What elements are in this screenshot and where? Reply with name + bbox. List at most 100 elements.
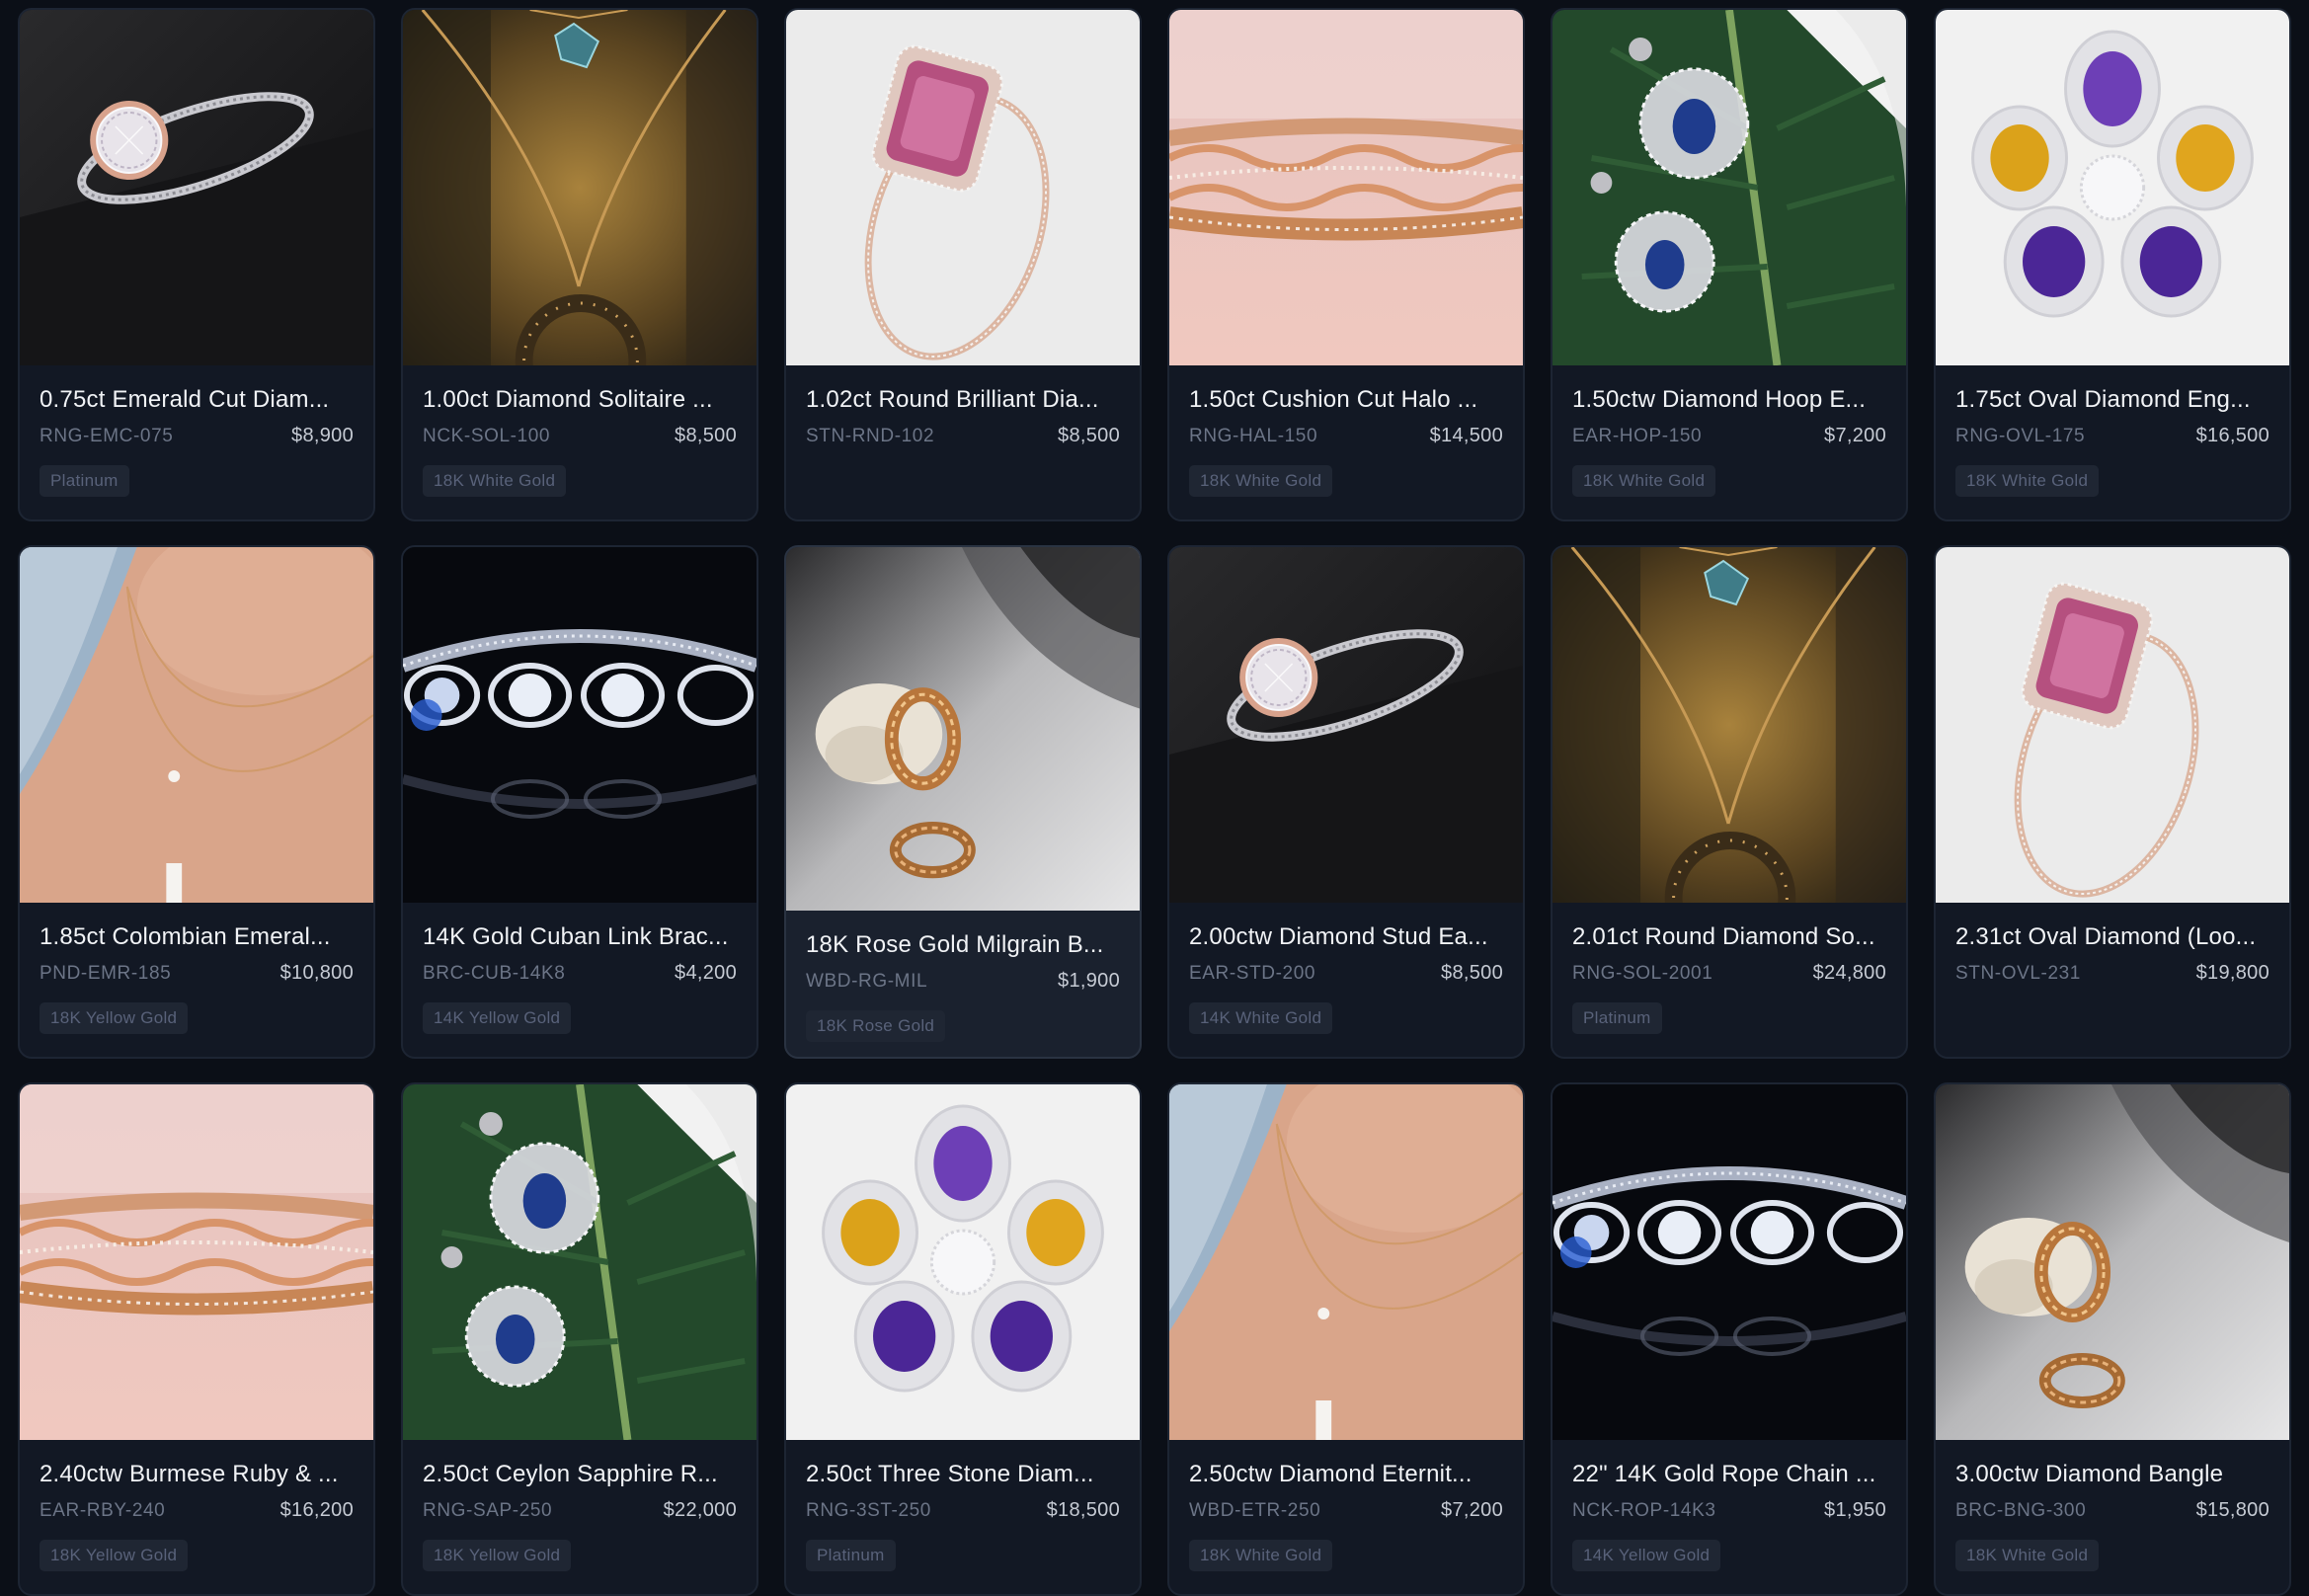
product-image[interactable] xyxy=(1936,547,2289,903)
product-image[interactable] xyxy=(1169,1084,1523,1440)
product-meta-row: NCK-SOL-100 $8,500 xyxy=(423,425,737,447)
product-title[interactable]: 1.00ct Diamond Solitaire ... xyxy=(423,385,737,415)
product-price: $22,000 xyxy=(663,1499,737,1521)
metal-badge: 14K White Gold xyxy=(1189,1002,1333,1034)
product-card[interactable]: 2.00ctw Diamond Stud Ea... EAR-STD-200 $8,… xyxy=(1167,545,1525,1059)
metal-badge: 18K Rose Gold xyxy=(806,1010,946,1042)
product-image[interactable] xyxy=(403,10,756,365)
product-image[interactable] xyxy=(786,1084,1140,1440)
product-card[interactable]: 18K Rose Gold Milgrain B... WBD-RG-MIL $1,… xyxy=(784,545,1142,1059)
product-card[interactable]: 3.00ctw Diamond Bangle BRC-BNG-300 $15,800… xyxy=(1934,1082,2291,1596)
metal-badge: 18K Yellow Gold xyxy=(423,1540,572,1571)
product-card[interactable]: 1.50ctw Diamond Hoop E... EAR-HOP-150 $7,2… xyxy=(1551,8,1908,521)
product-image[interactable] xyxy=(1936,1084,2289,1440)
product-card[interactable]: 2.50ct Ceylon Sapphire R... RNG-SAP-250 $2… xyxy=(401,1082,758,1596)
product-price: $15,800 xyxy=(2195,1499,2269,1521)
metal-badge: 18K White Gold xyxy=(1955,1540,2100,1571)
product-info: 14K Gold Cuban Link Brac... BRC-CUB-14K8 $… xyxy=(403,903,756,1034)
product-sku: WBD-RG-MIL xyxy=(806,970,928,992)
product-info: 2.50ctw Diamond Eternit... WBD-ETR-250 $7,… xyxy=(1169,1440,1523,1571)
product-info: 3.00ctw Diamond Bangle BRC-BNG-300 $15,800… xyxy=(1936,1440,2289,1571)
product-image[interactable] xyxy=(403,1084,756,1440)
metal-badge: Platinum xyxy=(40,465,129,497)
product-title[interactable]: 2.31ct Oval Diamond (Loo... xyxy=(1955,922,2269,952)
product-title[interactable]: 18K Rose Gold Milgrain B... xyxy=(806,930,1120,960)
product-title[interactable]: 2.50ct Ceylon Sapphire R... xyxy=(423,1460,737,1489)
product-sku: RNG-SOL-2001 xyxy=(1572,962,1713,984)
product-card[interactable]: 2.50ctw Diamond Eternit... WBD-ETR-250 $7,… xyxy=(1167,1082,1525,1596)
product-title[interactable]: 2.01ct Round Diamond So... xyxy=(1572,922,1886,952)
product-sku: NCK-ROP-14K3 xyxy=(1572,1499,1716,1521)
product-price: $8,900 xyxy=(291,425,354,446)
product-meta-row: STN-RND-102 $8,500 xyxy=(806,425,1120,447)
product-image[interactable] xyxy=(403,547,756,903)
product-info: 1.50ct Cushion Cut Halo ... RNG-HAL-150 $1… xyxy=(1169,365,1523,497)
product-card[interactable]: 1.75ct Oval Diamond Eng... RNG-OVL-175 $16… xyxy=(1934,8,2291,521)
product-image[interactable] xyxy=(786,10,1140,365)
product-price: $4,200 xyxy=(675,962,737,984)
product-title[interactable]: 1.50ct Cushion Cut Halo ... xyxy=(1189,385,1503,415)
metal-badge: 18K White Gold xyxy=(423,465,567,497)
product-price: $8,500 xyxy=(1058,425,1120,446)
product-info: 0.75ct Emerald Cut Diam... RNG-EMC-075 $8,… xyxy=(20,365,373,497)
product-image[interactable] xyxy=(20,547,373,903)
product-info: 1.02ct Round Brilliant Dia... STN-RND-102… xyxy=(786,365,1140,447)
product-title[interactable]: 3.00ctw Diamond Bangle xyxy=(1955,1460,2269,1489)
metal-badge: Platinum xyxy=(806,1540,896,1571)
product-title[interactable]: 2.40ctw Burmese Ruby & ... xyxy=(40,1460,354,1489)
product-price: $8,500 xyxy=(675,425,737,446)
product-card[interactable]: 2.31ct Oval Diamond (Loo... STN-OVL-231 $1… xyxy=(1934,545,2291,1059)
product-title[interactable]: 2.50ct Three Stone Diam... xyxy=(806,1460,1120,1489)
product-sku: PND-EMR-185 xyxy=(40,962,172,984)
product-card[interactable]: 1.50ct Cushion Cut Halo ... RNG-HAL-150 $1… xyxy=(1167,8,1525,521)
product-price: $16,500 xyxy=(2195,425,2269,446)
product-sku: BRC-CUB-14K8 xyxy=(423,962,566,984)
product-title[interactable]: 22" 14K Gold Rope Chain ... xyxy=(1572,1460,1886,1489)
product-info: 1.85ct Colombian Emeral... PND-EMR-185 $10… xyxy=(20,903,373,1034)
product-image[interactable] xyxy=(786,547,1140,911)
product-image[interactable] xyxy=(1169,547,1523,903)
product-sku: EAR-RBY-240 xyxy=(40,1499,166,1521)
product-sku: RNG-SAP-250 xyxy=(423,1499,553,1521)
product-card[interactable]: 1.85ct Colombian Emeral... PND-EMR-185 $10… xyxy=(18,545,375,1059)
product-title[interactable]: 1.75ct Oval Diamond Eng... xyxy=(1955,385,2269,415)
product-card[interactable]: 22" 14K Gold Rope Chain ... NCK-ROP-14K3 $… xyxy=(1551,1082,1908,1596)
product-title[interactable]: 1.50ctw Diamond Hoop E... xyxy=(1572,385,1886,415)
product-image[interactable] xyxy=(1936,10,2289,365)
product-title[interactable]: 2.50ctw Diamond Eternit... xyxy=(1189,1460,1503,1489)
product-title[interactable]: 1.02ct Round Brilliant Dia... xyxy=(806,385,1120,415)
metal-badge: 18K Yellow Gold xyxy=(40,1540,189,1571)
product-image[interactable] xyxy=(1553,1084,1906,1440)
product-price: $18,500 xyxy=(1046,1499,1120,1521)
metal-badge: 18K White Gold xyxy=(1189,465,1333,497)
product-image[interactable] xyxy=(1553,547,1906,903)
product-image[interactable] xyxy=(1553,10,1906,365)
product-image[interactable] xyxy=(20,10,373,365)
product-card[interactable]: 0.75ct Emerald Cut Diam... RNG-EMC-075 $8,… xyxy=(18,8,375,521)
product-sku: EAR-STD-200 xyxy=(1189,962,1316,984)
product-price: $7,200 xyxy=(1824,425,1886,446)
product-title[interactable]: 2.00ctw Diamond Stud Ea... xyxy=(1189,922,1503,952)
metal-badge: 18K White Gold xyxy=(1572,465,1716,497)
product-info: 1.75ct Oval Diamond Eng... RNG-OVL-175 $16… xyxy=(1936,365,2289,497)
product-card[interactable]: 2.01ct Round Diamond So... RNG-SOL-2001 $2… xyxy=(1551,545,1908,1059)
product-price: $7,200 xyxy=(1441,1499,1503,1521)
metal-badge: Platinum xyxy=(1572,1002,1662,1034)
product-title[interactable]: 1.85ct Colombian Emeral... xyxy=(40,922,354,952)
product-sku: RNG-OVL-175 xyxy=(1955,425,2086,446)
product-image[interactable] xyxy=(1169,10,1523,365)
product-card[interactable]: 1.00ct Diamond Solitaire ... NCK-SOL-100 $… xyxy=(401,8,758,521)
product-card[interactable]: 14K Gold Cuban Link Brac... BRC-CUB-14K8 $… xyxy=(401,545,758,1059)
product-title[interactable]: 0.75ct Emerald Cut Diam... xyxy=(40,385,354,415)
product-card[interactable]: 1.02ct Round Brilliant Dia... STN-RND-102… xyxy=(784,8,1142,521)
metal-badge: 18K White Gold xyxy=(1189,1540,1333,1571)
product-title[interactable]: 14K Gold Cuban Link Brac... xyxy=(423,922,737,952)
product-sku: RNG-HAL-150 xyxy=(1189,425,1318,446)
product-meta-row: RNG-EMC-075 $8,900 xyxy=(40,425,354,447)
product-price: $10,800 xyxy=(279,962,354,984)
product-card[interactable]: 2.40ctw Burmese Ruby & ... EAR-RBY-240 $16… xyxy=(18,1082,375,1596)
product-info: 1.50ctw Diamond Hoop E... EAR-HOP-150 $7,2… xyxy=(1553,365,1906,497)
product-info: 2.50ct Ceylon Sapphire R... RNG-SAP-250 $2… xyxy=(403,1440,756,1571)
product-card[interactable]: 2.50ct Three Stone Diam... RNG-3ST-250 $18… xyxy=(784,1082,1142,1596)
product-image[interactable] xyxy=(20,1084,373,1440)
